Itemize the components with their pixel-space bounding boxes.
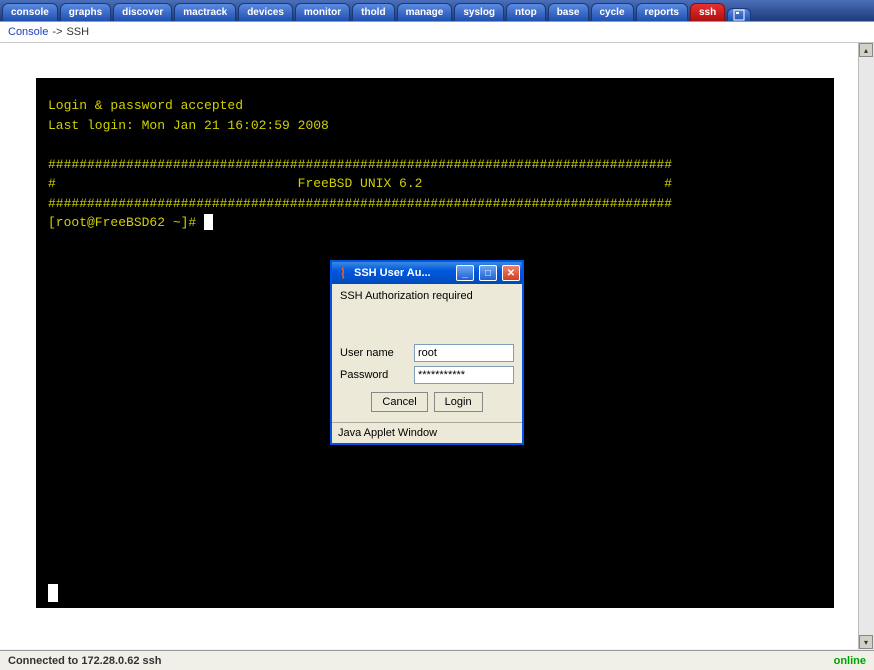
maximize-button[interactable]: □ (479, 265, 497, 281)
tab-thold[interactable]: thold (352, 3, 394, 21)
tab-graphs[interactable]: graphs (60, 3, 111, 21)
tab-devices[interactable]: devices (238, 3, 293, 21)
username-input[interactable] (414, 344, 514, 362)
tab-manage[interactable]: manage (397, 3, 453, 21)
username-label: User name (340, 347, 410, 359)
ssh-auth-dialog: SSH User Au... _ □ ✕ SSH Authorization r… (330, 260, 524, 445)
terminal-line-border-bottom: ########################################… (48, 196, 672, 211)
dialog-title: SSH User Au... (354, 267, 451, 279)
vertical-scrollbar[interactable]: ▴ ▾ (858, 43, 874, 649)
tab-syslog[interactable]: syslog (454, 3, 504, 21)
terminal-line-last-login: Last login: Mon Jan 21 16:02:59 2008 (48, 118, 329, 133)
breadcrumb-separator: -> (52, 26, 62, 38)
close-button[interactable]: ✕ (502, 265, 520, 281)
tab-ssh[interactable]: ssh (690, 3, 725, 21)
dialog-footer: Java Applet Window (332, 422, 522, 443)
tab-bar: console graphs discover mactrack devices… (0, 0, 874, 22)
terminal-line-banner: # FreeBSD UNIX 6.2 # (48, 176, 672, 191)
tab-reports[interactable]: reports (636, 3, 688, 21)
terminal-line-border-top: ########################################… (48, 157, 672, 172)
terminal-bottom-cursor-block (48, 584, 58, 602)
status-connection: Connected to 172.28.0.62 ssh (8, 655, 161, 667)
tab-mactrack[interactable]: mactrack (174, 3, 236, 21)
tab-monitor[interactable]: monitor (295, 3, 350, 21)
dialog-titlebar[interactable]: SSH User Au... _ □ ✕ (332, 262, 522, 284)
scroll-down-button[interactable]: ▾ (859, 635, 873, 649)
minimize-button[interactable]: _ (456, 265, 474, 281)
password-label: Password (340, 369, 410, 381)
terminal-prompt: [root@FreeBSD62 ~]# (48, 215, 204, 230)
tab-cycle[interactable]: cycle (591, 3, 634, 21)
breadcrumb-console-link[interactable]: Console (8, 26, 48, 38)
login-button[interactable]: Login (434, 392, 483, 412)
breadcrumb-current: SSH (66, 26, 89, 38)
terminal-line-login-accepted: Login & password accepted (48, 98, 243, 113)
tab-discover[interactable]: discover (113, 3, 172, 21)
breadcrumb: Console -> SSH (0, 22, 874, 43)
tab-console[interactable]: console (2, 3, 58, 21)
dialog-body: SSH Authorization required User name Pas… (332, 284, 522, 422)
tab-base[interactable]: base (548, 3, 589, 21)
password-input[interactable] (414, 366, 514, 384)
scroll-up-button[interactable]: ▴ (859, 43, 873, 57)
tab-extra-icon[interactable] (727, 8, 751, 21)
dialog-message: SSH Authorization required (340, 290, 514, 302)
terminal-cursor (204, 214, 213, 230)
cancel-button[interactable]: Cancel (371, 392, 427, 412)
status-online: online (834, 655, 866, 667)
tab-ntop[interactable]: ntop (506, 3, 546, 21)
status-bar: Connected to 172.28.0.62 ssh online (0, 650, 874, 670)
java-icon (336, 266, 350, 280)
